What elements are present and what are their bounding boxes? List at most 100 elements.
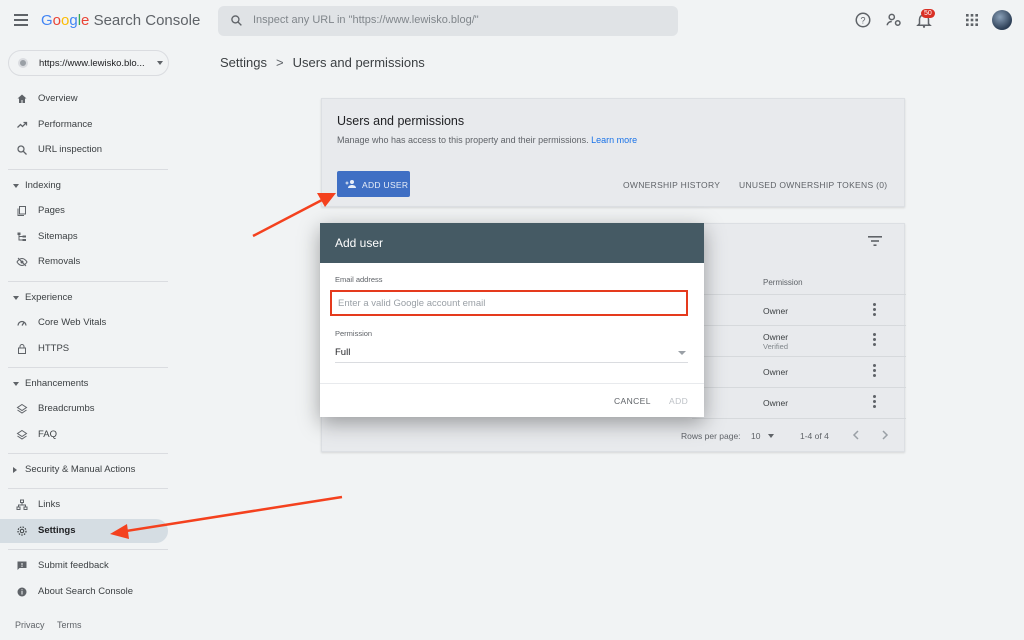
section-indexing[interactable]: Indexing xyxy=(0,176,168,196)
sidebar-item-label: URL inspection xyxy=(38,144,103,155)
app-logo[interactable]: Google Search Console xyxy=(41,12,200,29)
sidebar-item-submit-feedback[interactable]: Submit feedback xyxy=(0,554,168,578)
sidebar-divider xyxy=(8,549,168,550)
column-header-permission[interactable]: Permission xyxy=(763,278,803,287)
sidebar-item-label: Core Web Vitals xyxy=(38,317,107,328)
sidebar-divider xyxy=(8,281,168,282)
search-icon xyxy=(17,145,27,155)
sidebar-item-label: Submit feedback xyxy=(38,560,109,571)
filter-icon[interactable] xyxy=(868,236,882,246)
speedometer-icon xyxy=(17,320,27,326)
person-add-icon xyxy=(345,180,356,188)
unused-ownership-tokens-button[interactable]: UNUSED OWNERSHIP TOKENS (0) xyxy=(739,180,887,190)
sidebar-item-https[interactable]: HTTPS xyxy=(0,337,168,361)
permission-cell: Owner xyxy=(763,367,789,377)
permission-value: Full xyxy=(335,347,351,358)
chevron-right-icon[interactable] xyxy=(881,430,889,440)
sidebar-item-url-inspection[interactable]: URL inspection xyxy=(0,138,168,162)
top-app-bar: Google Search Console Inspect any URL in… xyxy=(0,0,1024,42)
terms-link[interactable]: Terms xyxy=(57,620,82,630)
property-selector[interactable]: https://www.lewisko.blo... xyxy=(8,50,169,76)
permission-select[interactable]: Full xyxy=(335,341,688,363)
more-vert-icon[interactable] xyxy=(873,333,877,347)
description-text: Manage who has access to this property a… xyxy=(337,135,589,145)
url-inspection-search[interactable]: Inspect any URL in "https://www.lewisko.… xyxy=(218,6,678,36)
dialog-header: Add user xyxy=(320,223,704,263)
sidebar-item-label: HTTPS xyxy=(38,343,70,354)
sidebar-divider xyxy=(8,488,168,489)
more-vert-icon[interactable] xyxy=(873,395,877,409)
home-icon xyxy=(17,94,27,103)
sidebar-item-label: Pages xyxy=(38,205,65,216)
sidebar-item-label: Removals xyxy=(38,256,81,267)
sidebar-item-links[interactable]: Links xyxy=(0,493,168,517)
feedback-icon xyxy=(17,561,27,570)
row-divider xyxy=(692,356,906,357)
card-description: Manage who has access to this property a… xyxy=(337,135,637,145)
sidebar-item-removals[interactable]: Removals xyxy=(0,250,168,274)
sidebar-item-overview[interactable]: Overview xyxy=(0,87,168,111)
gear-icon xyxy=(17,526,27,536)
sidebar-item-label: About Search Console xyxy=(38,586,134,597)
dialog-divider xyxy=(320,383,704,384)
apps-grid-icon[interactable] xyxy=(963,11,981,29)
chevron-down-icon xyxy=(157,61,163,65)
add-user-label: ADD USER xyxy=(362,180,409,190)
manage-accounts-icon[interactable] xyxy=(885,11,903,29)
menu-icon[interactable] xyxy=(14,14,28,26)
section-experience[interactable]: Experience xyxy=(0,288,168,308)
learn-more-link[interactable]: Learn more xyxy=(591,135,637,145)
dropdown-arrow-icon xyxy=(678,351,686,355)
sidebar-item-settings[interactable]: Settings xyxy=(0,519,168,543)
sidebar-item-label: Breadcrumbs xyxy=(38,403,95,414)
permission-cell: Owner xyxy=(763,306,789,316)
sidebar-item-label: Settings xyxy=(38,525,76,536)
collapse-icon xyxy=(13,296,19,300)
layers-icon xyxy=(16,403,28,414)
add-user-button[interactable]: ADD USER xyxy=(337,171,410,197)
removals-icon xyxy=(16,257,28,267)
trending-up-icon xyxy=(17,121,28,128)
privacy-link[interactable]: Privacy xyxy=(15,620,45,630)
sidebar-item-performance[interactable]: Performance xyxy=(0,113,168,137)
section-security[interactable]: Security & Manual Actions xyxy=(0,460,168,480)
cancel-button[interactable]: CANCEL xyxy=(614,396,651,406)
sidebar-item-label: Performance xyxy=(38,119,93,130)
google-wordmark: Google xyxy=(41,12,90,29)
breadcrumb-settings[interactable]: Settings xyxy=(220,55,267,70)
sidebar-item-label: Links xyxy=(38,499,61,510)
sidebar-item-faq[interactable]: FAQ xyxy=(0,423,168,447)
globe-icon xyxy=(18,58,28,68)
sidebar-item-sitemaps[interactable]: Sitemaps xyxy=(0,225,168,249)
email-field[interactable] xyxy=(330,290,688,316)
sidebar-item-core-web-vitals[interactable]: Core Web Vitals xyxy=(0,311,168,335)
add-user-dialog: Add user Email address Permission Full C… xyxy=(320,223,704,417)
email-label: Email address xyxy=(335,275,383,284)
info-icon xyxy=(17,587,27,597)
product-name: Search Console xyxy=(93,12,201,29)
permission-label: Permission xyxy=(335,329,373,338)
row-divider xyxy=(692,325,906,326)
svg-text:?: ? xyxy=(860,15,865,25)
links-icon xyxy=(16,499,28,510)
ownership-history-button[interactable]: OWNERSHIP HISTORY xyxy=(623,180,720,190)
add-button[interactable]: ADD xyxy=(669,396,688,406)
more-vert-icon[interactable] xyxy=(873,303,877,317)
sidebar-item-about[interactable]: About Search Console xyxy=(0,580,168,604)
users-permissions-card: Users and permissions Manage who has acc… xyxy=(321,98,905,207)
account-avatar[interactable] xyxy=(992,10,1012,30)
chevron-down-icon[interactable] xyxy=(768,434,774,438)
sidebar-item-label: Overview xyxy=(38,93,78,104)
sidebar-divider xyxy=(8,453,168,454)
card-title: Users and permissions xyxy=(337,114,465,128)
rows-per-page-select[interactable]: 10 xyxy=(751,431,760,441)
help-icon[interactable]: ? xyxy=(854,11,872,29)
section-label: Indexing xyxy=(25,180,61,191)
dialog-title: Add user xyxy=(335,236,384,250)
section-enhancements[interactable]: Enhancements xyxy=(0,374,168,394)
permission-cell: Owner xyxy=(763,332,789,342)
chevron-left-icon[interactable] xyxy=(852,430,860,440)
more-vert-icon[interactable] xyxy=(873,364,877,378)
sidebar-item-breadcrumbs[interactable]: Breadcrumbs xyxy=(0,397,168,421)
sidebar-item-pages[interactable]: Pages xyxy=(0,199,168,223)
